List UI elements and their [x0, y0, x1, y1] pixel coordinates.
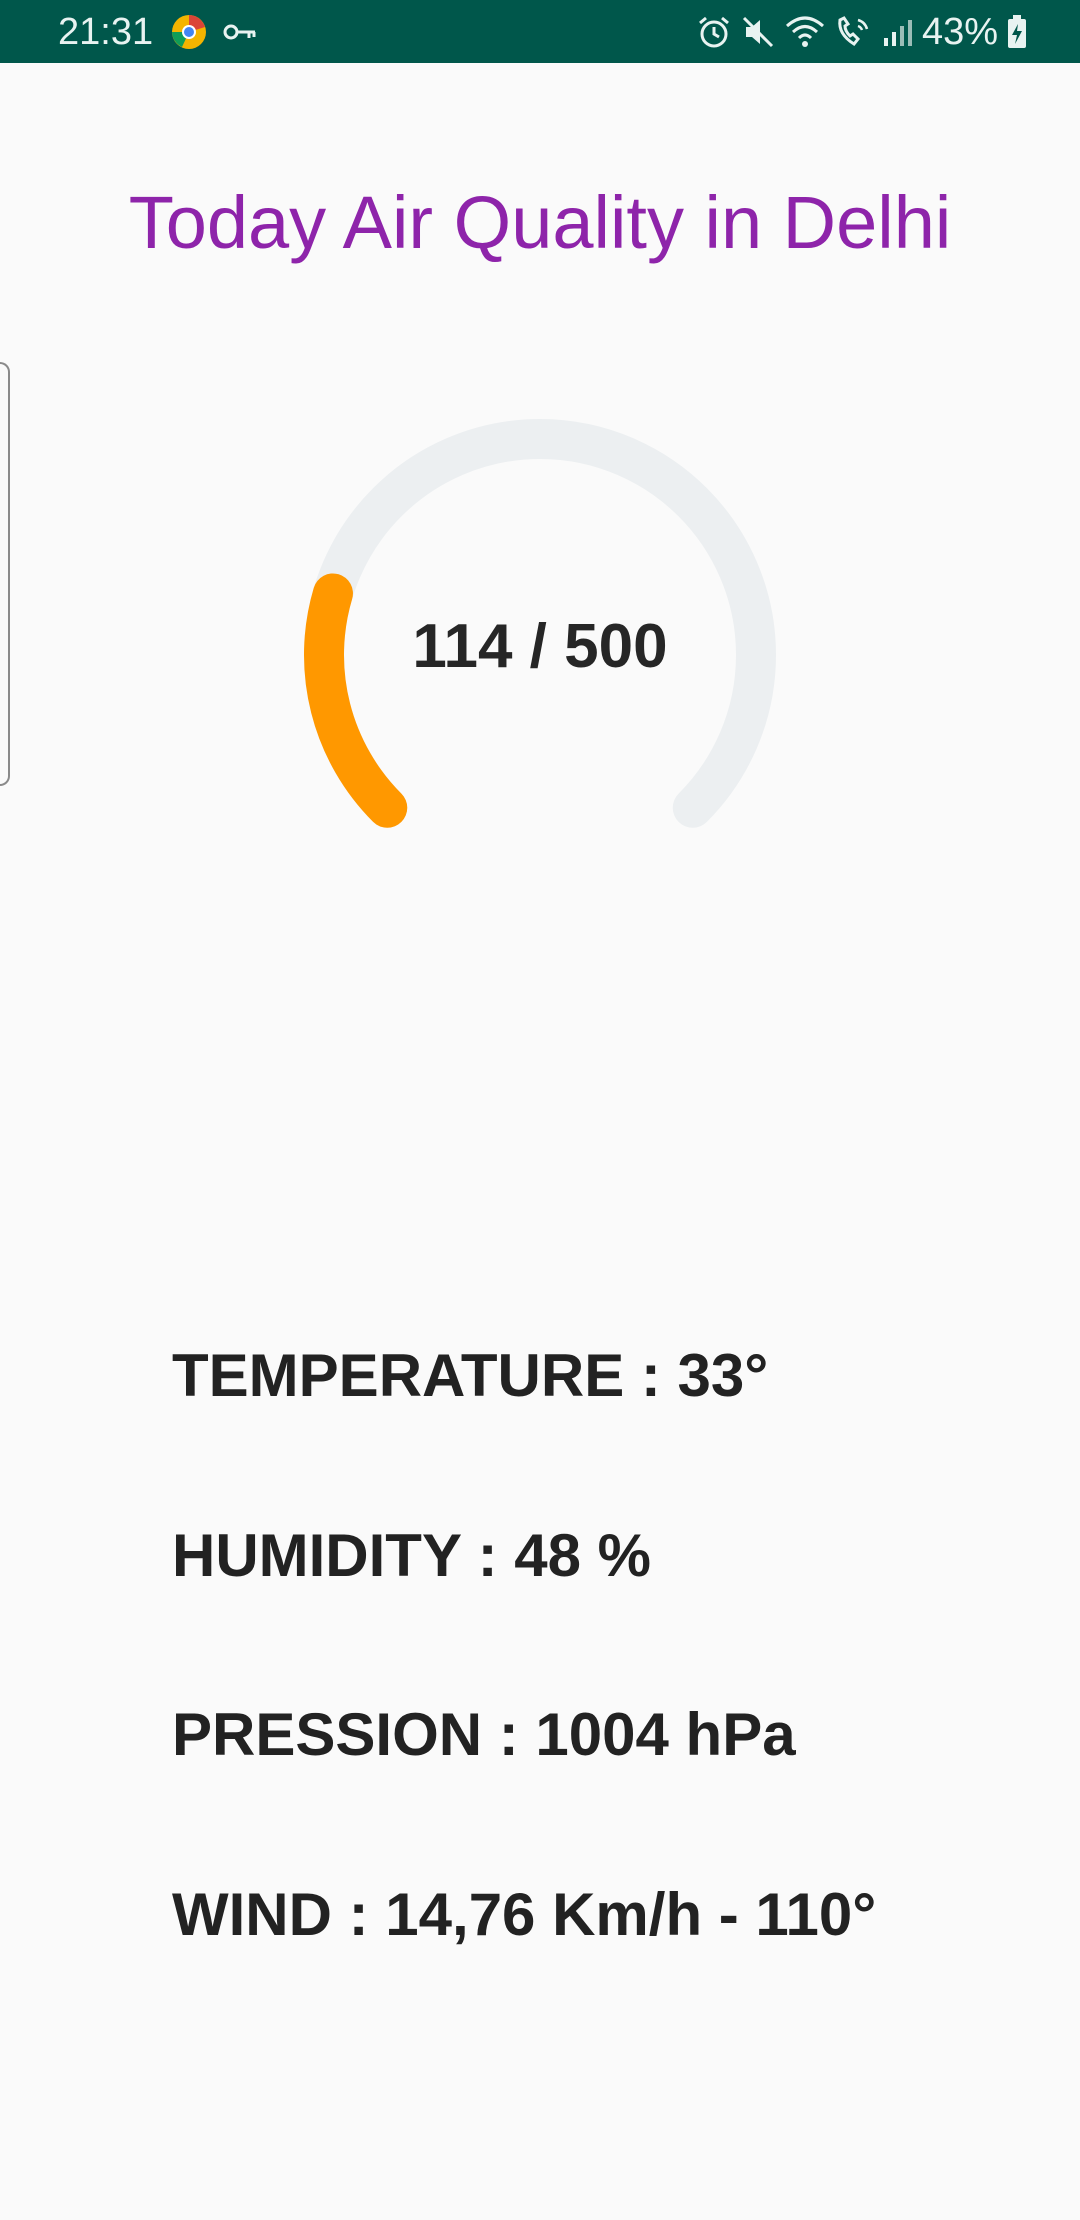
status-bar: 21:31 43% — [0, 0, 1080, 63]
wifi-icon — [784, 14, 826, 50]
battery-percent: 43% — [921, 11, 998, 53]
wind-value: WIND : 14,76 Km/h - 110° — [172, 1881, 877, 1948]
status-right-icons: 43% — [696, 10, 1028, 54]
alarm-icon — [696, 14, 732, 50]
status-time: 21:31 — [58, 11, 154, 53]
pressure-value: PRESSION : 1004 hPa — [172, 1701, 796, 1768]
side-panel-handle[interactable] — [0, 362, 10, 786]
battery-charging-icon — [1006, 14, 1028, 50]
chrome-style-app-icon — [170, 13, 208, 51]
temperature-value: TEMPERATURE : 33° — [172, 1342, 769, 1409]
vpn-key-icon — [222, 20, 258, 44]
page-title: Today Air Quality in Delhi — [128, 181, 952, 264]
mute-icon — [740, 14, 776, 50]
air-quality-gauge: 114 / 500 — [290, 405, 790, 845]
status-left-icons — [170, 12, 258, 52]
humidity-value: HUMIDITY : 48 % — [172, 1522, 651, 1589]
gauge-value: 114 / 500 — [412, 612, 668, 681]
wifi-calling-icon — [834, 14, 874, 50]
signal-icon — [882, 16, 914, 48]
